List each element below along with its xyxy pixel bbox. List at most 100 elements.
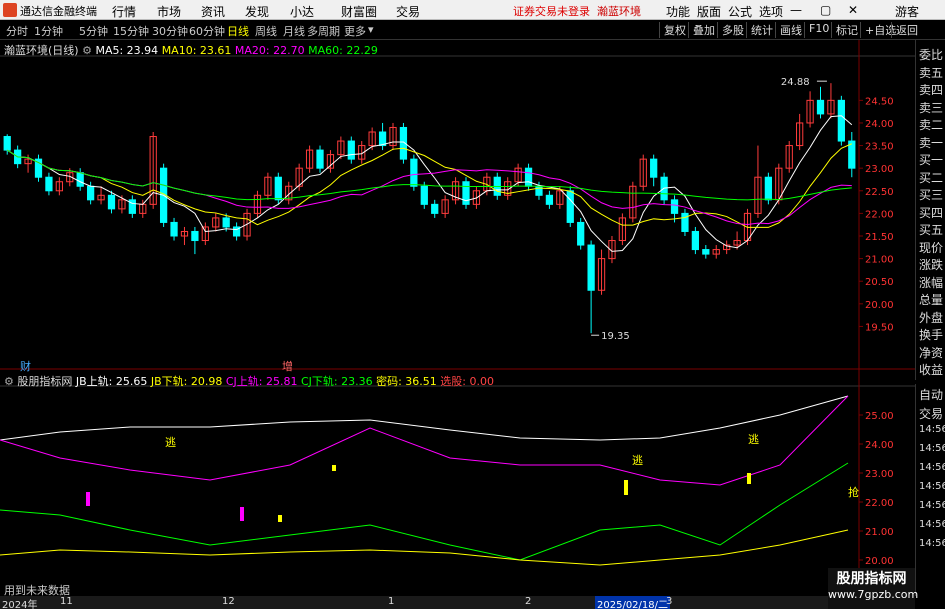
jb-upper-legend: JB上轨: 25.65 [75, 375, 148, 388]
period-weekly[interactable]: 周线 [255, 23, 277, 39]
restore-rights-button[interactable]: 复权 [659, 22, 686, 38]
date-tick: 12 [222, 596, 235, 607]
trade-time-label[interactable]: 14:56 [919, 424, 945, 435]
quote-field-label[interactable]: 外盘 [919, 309, 943, 326]
settings-icon[interactable]: ⚙ [4, 375, 14, 388]
close-icon[interactable]: ✕ [848, 3, 858, 17]
ind-tick-label: 20.00 [865, 556, 894, 567]
menu-item-faxian[interactable]: 发现 [245, 3, 269, 20]
candlestick-chart[interactable]: 24.50 24.00 23.50 23.00 22.50 22.00 21.50 21.00… [0, 40, 915, 370]
quote-field-label[interactable]: 买二 [919, 169, 943, 186]
quote-field-label[interactable]: 买一 [919, 151, 943, 168]
minimize-icon[interactable]: — [790, 3, 802, 17]
candle [107, 194, 116, 210]
indicator-chart[interactable]: 25.0024.0023.0022.0021.0020.00逃逃逃抢 [0, 370, 915, 595]
mima-legend: 密码: 36.51 [376, 375, 437, 388]
auto-trade-label[interactable]: 自动 [919, 386, 943, 403]
settings-icon[interactable]: ⚙ [82, 44, 92, 57]
date-tick: 3 [666, 596, 673, 607]
price-tick-label: 23.50 [865, 142, 894, 153]
period-monthly[interactable]: 月线 [283, 23, 305, 39]
quote-field-label[interactable]: 现价 [919, 239, 943, 256]
quote-field-label[interactable]: 卖二 [919, 116, 943, 133]
period-more[interactable]: 更多 [344, 23, 366, 39]
candle [650, 158, 658, 178]
high-price-label: 24.88 [781, 77, 810, 88]
back-button[interactable]: 返回 [891, 22, 918, 38]
low-price-label: 19.35 [601, 331, 630, 342]
period-1min[interactable]: 1分钟 [34, 23, 63, 39]
ind-tick-label: 23.00 [865, 469, 894, 480]
ind-tick-label: 25.00 [865, 411, 894, 422]
candle [274, 176, 282, 201]
menu-item-hangqing[interactable]: 行情 [112, 3, 136, 20]
candle [170, 221, 178, 237]
period-15min[interactable]: 15分钟 [113, 23, 149, 39]
period-30min[interactable]: 30分钟 [152, 23, 188, 39]
chevron-down-icon[interactable]: ▾ [368, 23, 374, 36]
jb-lower-legend: JB下轨: 20.98 [150, 375, 223, 388]
restore-icon[interactable]: ▢ [820, 3, 831, 17]
menu-item-gongneng[interactable]: 功能 [666, 3, 690, 20]
date-axis: 2024年 11 12 1 2 2025/02/18/二 3 [0, 596, 915, 609]
candle [420, 185, 428, 205]
quote-field-label[interactable]: 净资 [919, 344, 943, 361]
trade-time-label[interactable]: 14:56 [919, 519, 945, 530]
statistics-button[interactable]: 统计 [746, 22, 773, 38]
quote-field-label[interactable]: 换手 [919, 326, 943, 343]
period-multi[interactable]: 多周期 [307, 23, 340, 39]
period-daily[interactable]: 日线 [227, 23, 249, 39]
menu-item-zixun[interactable]: 资讯 [201, 3, 225, 20]
period-5min[interactable]: 5分钟 [79, 23, 108, 39]
quote-field-label[interactable]: 涨跌 [919, 256, 943, 273]
auto-trade-label[interactable]: 交易 [919, 405, 943, 422]
period-60min[interactable]: 60分钟 [189, 23, 225, 39]
candle [76, 172, 84, 187]
menu-item-gongshi[interactable]: 公式 [728, 3, 752, 20]
watermark: 股朋指标网 www.7gpzb.com [828, 568, 918, 609]
login-status[interactable]: 证券交易未登录 瀚蓝环境 [513, 3, 641, 19]
candle [87, 185, 95, 201]
trade-time-label[interactable]: 14:56 [919, 462, 945, 473]
indicator-panel[interactable]: 25.00 24.00 23.00 22.00 21.00 20.00 逃逃逃抢 ⚙ 股朋指… [0, 370, 915, 597]
quote-field-label[interactable]: 买三 [919, 186, 943, 203]
trade-time-label[interactable]: 14:56 [919, 538, 945, 549]
mark-button[interactable]: 标记 [831, 22, 858, 38]
overlay-button[interactable]: 叠加 [688, 22, 715, 38]
quote-field-label[interactable]: 卖五 [919, 64, 943, 81]
period-fenshi[interactable]: 分时 [6, 23, 28, 39]
trade-time-label[interactable]: 14:56 [919, 443, 945, 454]
main-chart-panel[interactable]: 24.50 24.00 23.50 23.00 22.50 22.00 21.50 21.00… [0, 40, 915, 373]
quote-field-label[interactable]: 买五 [919, 221, 943, 238]
menu-item-jiaoyi[interactable]: 交易 [396, 3, 420, 20]
draw-line-button[interactable]: 画线 [775, 22, 802, 38]
quote-field-label[interactable]: 总量 [919, 291, 943, 308]
quote-field-label[interactable]: 卖一 [919, 134, 943, 151]
quote-field-label[interactable]: 涨幅 [919, 274, 943, 291]
menu-item-xiaoda[interactable]: 小达 [290, 3, 314, 20]
menu-item-caifuquan[interactable]: 财富圈 [341, 3, 377, 20]
candle [3, 136, 11, 151]
quote-field-label[interactable]: 收益 [919, 361, 943, 378]
signal-bar [86, 492, 90, 506]
candle [816, 99, 825, 115]
ind-tick-label: 21.00 [865, 527, 894, 538]
quote-field-label[interactable]: 买四 [919, 204, 943, 221]
menu-item-banmian[interactable]: 版面 [697, 3, 721, 20]
escape-signal-label: 逃 [165, 436, 176, 449]
quote-field-label[interactable]: 卖四 [919, 81, 943, 98]
trade-time-label[interactable]: 14:56 [919, 481, 945, 492]
menu-item-shichang[interactable]: 市场 [157, 3, 181, 20]
indicator-name: 股朋指标网 [17, 375, 73, 388]
trade-time-label[interactable]: 14:56 [919, 500, 945, 511]
xuangu-legend: 选股: 0.00 [440, 375, 494, 388]
quote-field-label[interactable]: 卖三 [919, 99, 943, 116]
ind-tick-label: 22.00 [865, 498, 894, 509]
menu-item-xuanxiang[interactable]: 选项 [759, 3, 783, 20]
multi-stock-button[interactable]: 多股 [717, 22, 744, 38]
quote-field-label[interactable]: 委比 [919, 46, 943, 63]
ma60-line [6, 149, 852, 201]
f10-button[interactable]: F10 [804, 22, 829, 38]
cursor-date: 2025/02/18/二 [595, 596, 671, 609]
menu-item-youke[interactable]: 游客 [895, 3, 919, 20]
